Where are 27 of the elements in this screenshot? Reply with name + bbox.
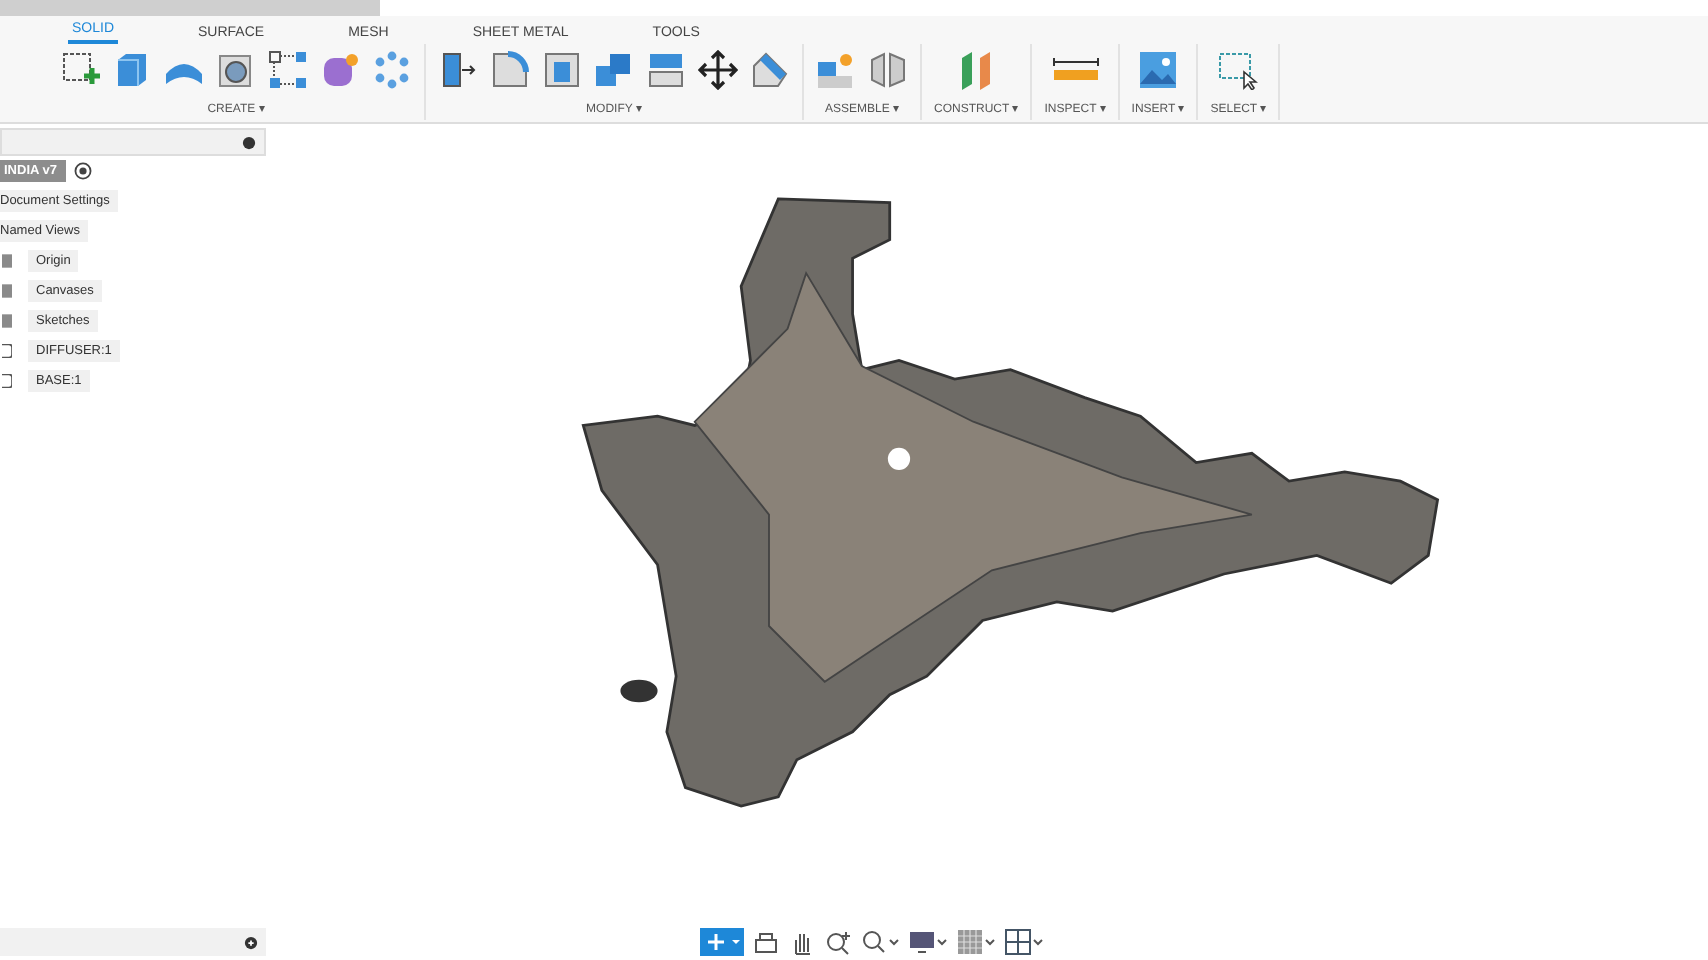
- combine-icon[interactable]: [594, 50, 634, 90]
- fit-zoom-icon[interactable]: [860, 928, 900, 956]
- nodes-icon[interactable]: [268, 50, 308, 90]
- component-icon: [2, 374, 12, 388]
- folder-icon: [2, 284, 12, 298]
- pin-icon[interactable]: [242, 135, 256, 149]
- square-hole-icon[interactable]: [542, 50, 582, 90]
- component-icon: [2, 344, 12, 358]
- zoom-icon[interactable]: [824, 928, 852, 956]
- radio-active-icon[interactable]: [73, 162, 91, 180]
- image-icon[interactable]: [1138, 50, 1179, 90]
- viewports-icon[interactable]: [1004, 928, 1044, 956]
- sketch-plus-icon[interactable]: [60, 50, 100, 90]
- press-pull-icon[interactable]: [438, 50, 478, 90]
- fillet-icon[interactable]: [490, 50, 530, 90]
- move-arrows-icon[interactable]: [698, 50, 738, 90]
- folder-icon: [2, 314, 12, 328]
- selection-icon[interactable]: [1218, 50, 1259, 90]
- add-icon[interactable]: [244, 935, 258, 949]
- draft-icon[interactable]: [750, 50, 790, 90]
- form-blob-icon[interactable]: [320, 50, 360, 90]
- display-icon[interactable]: [908, 928, 948, 956]
- joint-icon[interactable]: [816, 50, 856, 90]
- dots-pattern-icon[interactable]: [372, 50, 412, 90]
- box-icon[interactable]: [112, 50, 152, 90]
- layers-icon[interactable]: [646, 50, 686, 90]
- folder-icon: [2, 254, 12, 268]
